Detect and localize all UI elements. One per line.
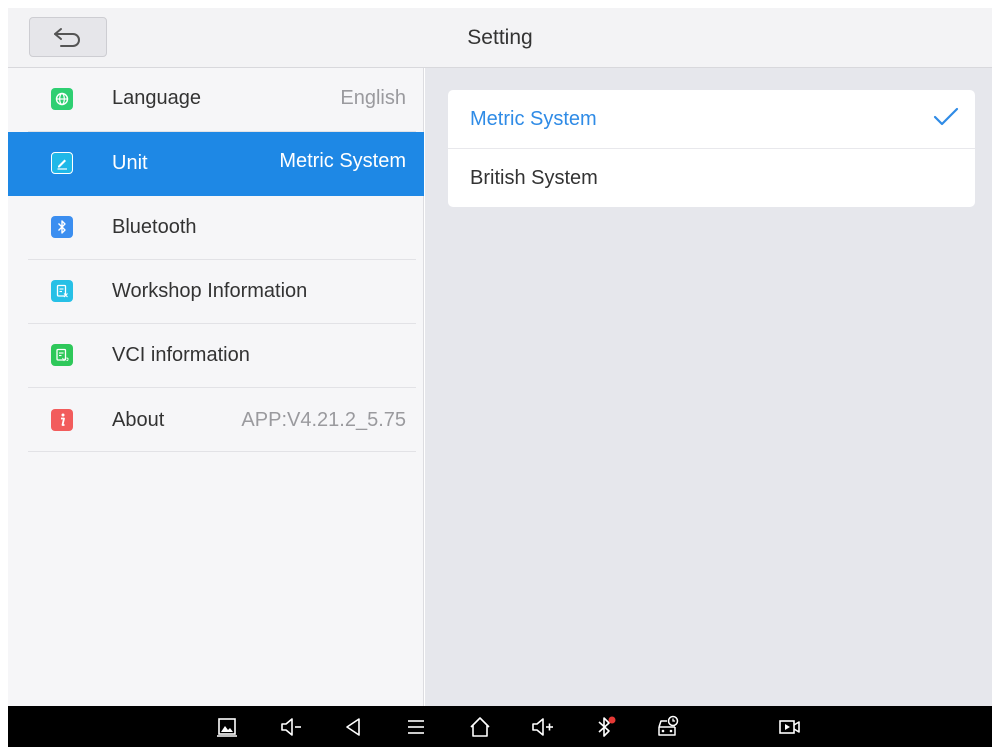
page-title: Setting — [467, 26, 533, 49]
menu-icon — [408, 720, 424, 734]
menu-label-vci-information: VCI information — [112, 344, 250, 366]
unit-options-panel: Metric System British System — [425, 68, 992, 706]
system-navigation-bar — [8, 706, 992, 747]
menu-value-language: English — [340, 87, 406, 109]
screen-record-icon — [779, 720, 800, 734]
menu-label-about: About — [112, 409, 165, 431]
settings-menu: Language English Unit Metric System Blue… — [8, 68, 424, 706]
home-icon — [470, 717, 490, 737]
back-button[interactable] — [29, 17, 107, 57]
menu-nav-button[interactable] — [401, 712, 431, 742]
menu-item-workshop-information[interactable]: Workshop Information — [8, 260, 424, 324]
menu-item-language[interactable]: Language English — [8, 68, 424, 132]
menu-item-unit[interactable]: Unit Metric System — [8, 132, 424, 196]
volume-down-button[interactable] — [276, 712, 306, 742]
menu-label-unit: Unit — [112, 152, 148, 174]
menu-value-about: APP:V4.21.2_5.75 — [241, 409, 406, 431]
option-metric-system[interactable]: Metric System — [448, 90, 975, 148]
screen-record-button[interactable] — [775, 712, 805, 742]
menu-label-language: Language — [112, 87, 201, 109]
pencil-icon — [51, 152, 73, 174]
volume-up-icon — [532, 718, 553, 736]
bluetooth-status-button[interactable] — [591, 712, 621, 742]
car-diagnostic-button[interactable] — [653, 712, 683, 742]
unit-options-list: Metric System British System — [448, 90, 975, 207]
menu-value-unit: Metric System — [279, 150, 406, 172]
volume-up-button[interactable] — [528, 712, 558, 742]
bluetooth-icon — [51, 216, 73, 238]
home-nav-button[interactable] — [465, 712, 495, 742]
bluetooth-status-icon — [598, 716, 616, 737]
info-icon — [51, 409, 73, 431]
menu-label-workshop-information: Workshop Information — [112, 280, 308, 302]
globe-icon — [51, 88, 73, 110]
menu-item-about[interactable]: About APP:V4.21.2_5.75 — [8, 388, 424, 452]
option-label: British System — [470, 167, 598, 189]
volume-down-icon — [281, 718, 301, 736]
workshop-doc-icon — [51, 280, 73, 302]
menu-item-vci-information[interactable]: VCI information — [8, 324, 424, 388]
back-triangle-icon — [346, 718, 360, 736]
divider — [28, 451, 416, 452]
vci-doc-icon — [51, 344, 73, 366]
checkmark-icon — [933, 107, 959, 126]
car-diagnostic-icon — [658, 715, 679, 736]
back-arrow-icon — [54, 28, 80, 47]
title-bar: Setting — [8, 8, 992, 68]
menu-label-bluetooth: Bluetooth — [112, 216, 197, 238]
screenshot-button[interactable] — [212, 712, 242, 742]
option-british-system[interactable]: British System — [448, 149, 975, 207]
screenshot-icon — [217, 718, 237, 737]
option-label: Metric System — [470, 108, 597, 130]
menu-item-bluetooth[interactable]: Bluetooth — [8, 196, 424, 260]
back-nav-button[interactable] — [338, 712, 368, 742]
